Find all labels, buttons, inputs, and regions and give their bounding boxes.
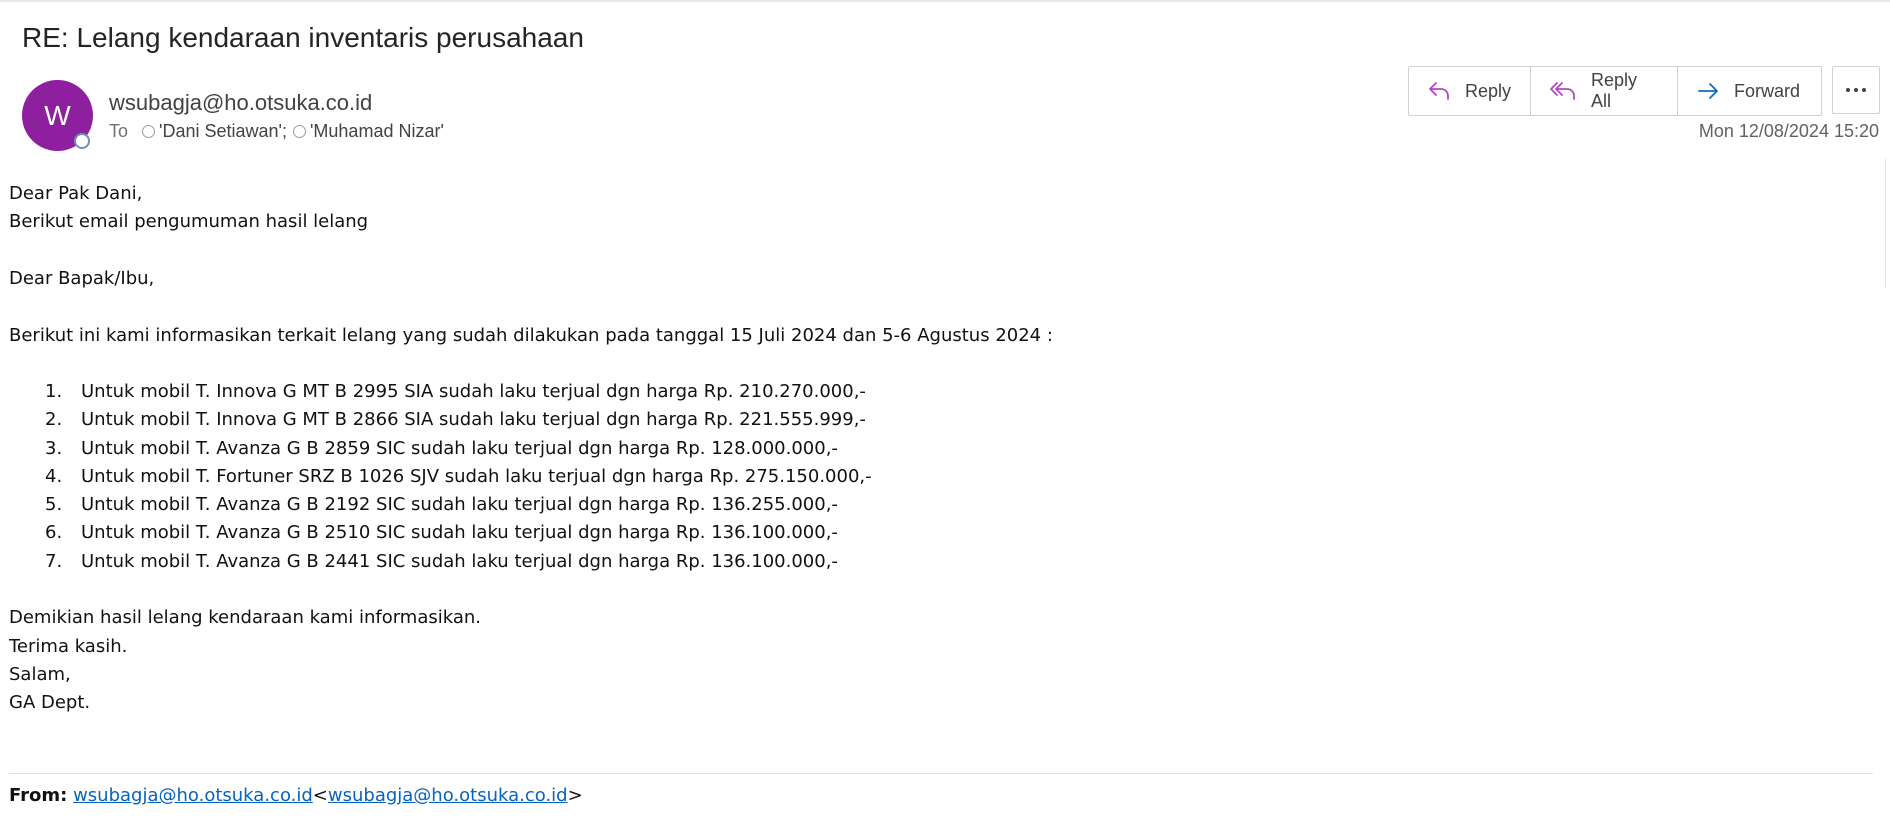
scrollbar[interactable] [1885,158,1890,288]
avatar-initial: W [44,99,71,131]
from-lt: < [312,785,328,806]
from-label: From: [9,785,68,806]
list-item-number: 1. [45,381,63,402]
list-item-text: Untuk mobil T. Fortuner SRZ B 1026 SJV s… [81,466,872,487]
reply-icon [1427,80,1451,102]
body-closing: Demikian hasil lelang kendaraan kami inf… [9,607,482,628]
more-actions-button[interactable] [1832,66,1880,114]
recipient-status-icon [292,125,306,138]
reply-button[interactable]: Reply [1409,67,1531,115]
sender-address[interactable]: wsubagja@ho.otsuka.co.id [109,90,372,116]
list-item-number: 6. [45,522,63,543]
list-item-text: Untuk mobil T. Avanza G B 2441 SIC sudah… [81,551,838,572]
forward-label: Forward [1734,80,1801,101]
to-label: To [109,121,129,141]
list-item-text: Untuk mobil T. Avanza G B 2510 SIC sudah… [81,522,838,543]
recipients-row: To 'Dani Setiawan' ; 'Muhamad Nizar' [109,121,444,142]
body-info: Berikut ini kami informasikan terkait le… [9,325,1053,346]
body-salutation: Dear Bapak/Ibu, [9,268,155,289]
from-name-link[interactable]: wsubagja@ho.otsuka.co.id [73,785,313,806]
body-intro: Berikut email pengumuman hasil lelang [9,211,369,232]
list-item-text: Untuk mobil T. Innova G MT B 2866 SIA su… [81,409,866,430]
body-regards: Salam, [9,664,71,685]
recipient-1[interactable]: 'Dani Setiawan' [159,121,282,142]
reply-label: Reply [1465,80,1512,101]
body-greeting: Dear Pak Dani, [9,183,143,204]
from-gt: > [567,785,583,806]
list-item-number: 2. [45,409,63,430]
email-subject: RE: Lelang kendaraan inventaris perusaha… [22,22,584,53]
message-actions: Reply Reply All Forward [1408,66,1822,116]
list-item-number: 3. [45,438,63,459]
list-item-text: Untuk mobil T. Innova G MT B 2995 SIA su… [81,381,866,402]
body-signature: GA Dept. [9,692,91,713]
list-item-number: 5. [45,494,63,515]
quoted-divider [9,773,1873,774]
recipient-status-icon [142,125,156,138]
list-item-text: Untuk mobil T. Avanza G B 2192 SIC sudah… [81,494,838,515]
forward-button[interactable]: Forward [1678,67,1821,115]
reply-all-button[interactable]: Reply All [1531,67,1678,115]
more-icon [1844,81,1868,99]
sent-date: Mon 12/08/2024 15:20 [1698,121,1879,141]
recipient-separator: ; [281,121,287,141]
list-item-number: 4. [45,466,63,487]
reply-all-icon [1549,80,1577,102]
quoted-from-line: From: wsubagja@ho.otsuka.co.id<wsubagja@… [9,785,583,806]
body-thanks: Terima kasih. [9,636,128,657]
list-item-number: 7. [45,551,63,572]
recipient-2[interactable]: 'Muhamad Nizar' [310,121,444,142]
forward-icon [1696,80,1720,102]
from-email-link[interactable]: wsubagja@ho.otsuka.co.id [328,785,568,806]
list-item-text: Untuk mobil T. Avanza G B 2859 SIC sudah… [81,438,838,459]
presence-status-icon [74,133,90,149]
top-border [0,0,1890,2]
reply-all-label: Reply All [1591,70,1638,111]
